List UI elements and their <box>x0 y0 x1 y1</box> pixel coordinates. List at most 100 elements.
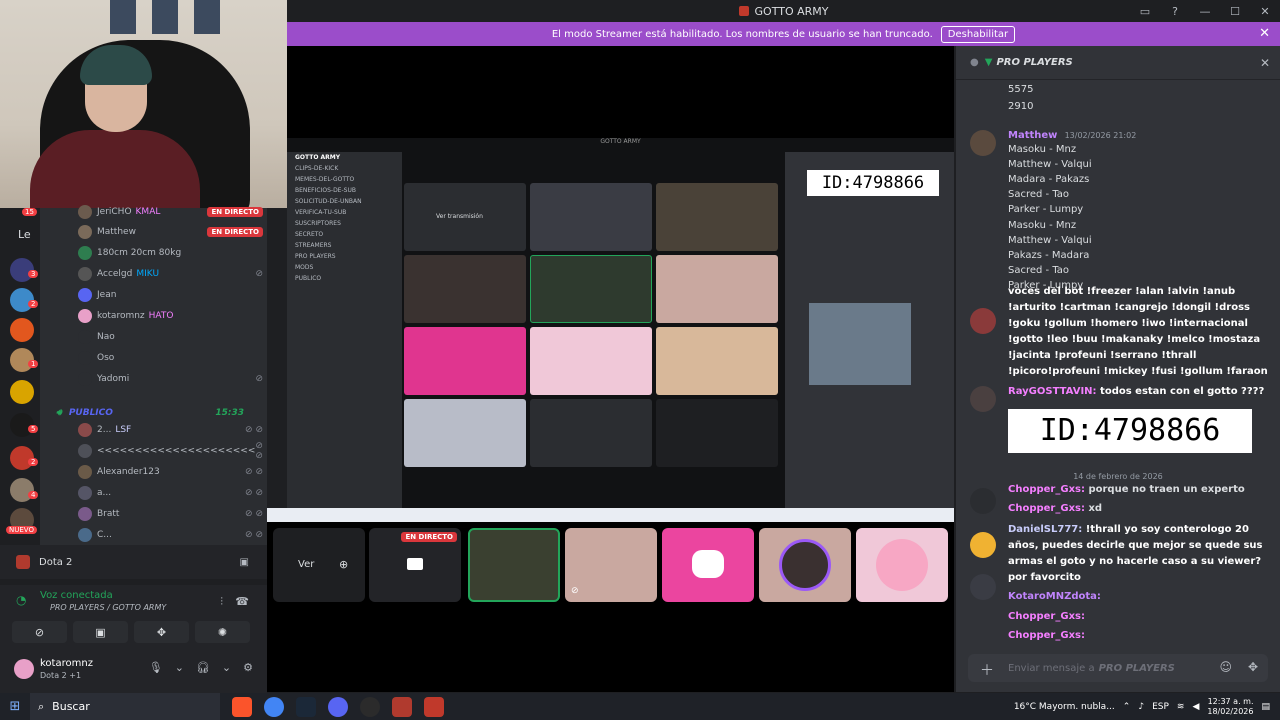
participant-tile[interactable]: ⊘ <box>565 528 657 602</box>
view-label: Ver <box>298 559 315 570</box>
voice-member[interactable]: Yadomi ⊘ <box>78 369 263 389</box>
message-author[interactable]: Matthew <box>1008 130 1057 141</box>
inbox-icon[interactable]: ▭ <box>1130 0 1160 22</box>
disconnect-icon[interactable]: ☎ <box>235 595 249 608</box>
inner-channel: GOTTO ARMY <box>295 154 341 161</box>
message-input[interactable]: ＋ Enviar mensaje a PRO PLAYERS ☺ ✥ <box>968 654 1268 682</box>
message-author[interactable]: DanielSL777: <box>1008 524 1082 535</box>
muted-icon: ⊘ ⊘ <box>245 509 263 519</box>
voice-member[interactable]: Jean <box>78 285 263 305</box>
speaker-icon[interactable]: ♪ <box>1138 702 1144 712</box>
voice-member[interactable]: <<<<<<<<<<<<<<<<<<<<< ⊘ ⊘ <box>78 441 263 461</box>
stream-stage[interactable]: GOTTO ARMY GOTTO ARMY CLIPS-DE-KICK MEME… <box>287 46 954 508</box>
zoom-icon[interactable]: ⊕ <box>339 558 348 571</box>
participant-tile[interactable] <box>856 528 948 602</box>
chevron-down-icon[interactable]: ⌄ <box>175 661 184 674</box>
plus-icon[interactable]: ＋ <box>980 660 994 680</box>
stream-tile[interactable]: EN DIRECTO <box>369 528 461 602</box>
voice-member[interactable]: a... ⊘ ⊘ <box>78 483 263 503</box>
taskbar-search[interactable]: ⌕ Buscar <box>30 693 220 720</box>
language-indicator[interactable]: ESP <box>1152 702 1169 712</box>
voice-member[interactable]: Accelgd MIKU ⊘ <box>78 264 263 284</box>
notification-icon[interactable]: ▤ <box>1261 702 1270 712</box>
inner-tile <box>656 399 778 467</box>
voice-member[interactable]: C... ⊘ ⊘ <box>78 525 263 545</box>
windows-taskbar: ⊞ ⌕ Buscar 16°C Mayorm. nubla... ⌃ ♪ ESP… <box>0 693 1280 720</box>
share-activity-icon[interactable]: ▣ <box>240 557 249 568</box>
steam-icon[interactable] <box>296 696 316 717</box>
microphone-icon[interactable]: 🎙︎ <box>149 661 163 674</box>
view-button[interactable]: Ver ⊕ <box>273 528 365 602</box>
avatar[interactable] <box>970 488 996 514</box>
message-author[interactable]: Chopper_Gxs: <box>1008 503 1085 514</box>
chevron-up-icon[interactable]: ⌃ <box>1123 702 1131 712</box>
input-placeholder: Enviar mensaje a <box>1008 662 1095 674</box>
avatar[interactable] <box>970 386 996 412</box>
maximize-button[interactable]: ☐ <box>1220 0 1250 22</box>
member-tag: HATO <box>148 311 174 321</box>
brave-icon[interactable] <box>232 696 252 717</box>
disable-streamer-button[interactable]: Deshabilitar <box>940 25 1016 43</box>
muted-icon: ⊘ ⊘ <box>245 530 263 540</box>
server-icon[interactable] <box>10 380 34 404</box>
voice-member[interactable]: Oso <box>78 348 263 368</box>
avatar[interactable] <box>970 574 996 600</box>
chrome-icon[interactable] <box>264 696 284 717</box>
discord-icon[interactable] <box>328 696 348 717</box>
avatar[interactable] <box>970 532 996 558</box>
voice-member[interactable]: JeriCHO KMAL EN DIRECTO <box>78 202 263 222</box>
message-author[interactable]: Chopper_Gxs: <box>1008 611 1085 622</box>
participant-tile[interactable] <box>468 528 560 602</box>
close-icon[interactable]: ✕ <box>1260 56 1270 70</box>
message-text: porque no traen un experto <box>1088 484 1245 495</box>
weather-widget[interactable]: 16°C Mayorm. nubla... <box>1014 702 1115 712</box>
participant-tile[interactable] <box>759 528 851 602</box>
voice-member[interactable]: kotaromnz HATO <box>78 306 263 326</box>
minimize-button[interactable]: — <box>1190 0 1220 22</box>
overlay-author: RayGOSTTAVIN: <box>1008 386 1097 397</box>
screenshare-button[interactable]: ▣ <box>73 621 128 643</box>
avatar[interactable] <box>14 659 34 679</box>
voice-channel-publico[interactable]: 🔊︎ PUBLICO 15:33 <box>56 408 256 418</box>
voice-member[interactable]: Nao <box>78 327 263 347</box>
voice-member[interactable]: 180cm 20cm 80kg <box>78 243 263 263</box>
voice-status[interactable]: Voz conectada <box>40 590 113 601</box>
streamer-mode-banner: El modo Streamer está habilitado. Los no… <box>287 22 1280 46</box>
close-button[interactable]: ✕ <box>1250 0 1280 22</box>
windows-start-icon[interactable]: ⊞ <box>0 699 30 714</box>
banner-close-icon[interactable]: ✕ <box>1259 26 1270 41</box>
server-badge: 15 <box>22 208 37 216</box>
soundboard-button[interactable]: ✺ <box>195 621 250 643</box>
message-author[interactable]: KotaroMNZdota: <box>1008 591 1101 602</box>
activity-panel[interactable]: Dota 2 ▣ <box>0 545 267 579</box>
emoji-icon[interactable]: ☺ <box>1219 660 1232 674</box>
message-author[interactable]: Chopper_Gxs: <box>1008 630 1085 641</box>
noise-icon[interactable]: ⫶ <box>220 595 223 609</box>
apps-icon[interactable]: ✥ <box>1248 660 1258 674</box>
voice-member[interactable]: Matthew EN DIRECTO <box>78 222 263 242</box>
server-abbrev[interactable]: Le <box>18 228 31 241</box>
voice-member[interactable]: Bratt ⊘ ⊘ <box>78 504 263 524</box>
participant-tile[interactable] <box>662 528 754 602</box>
server-icon[interactable] <box>10 318 34 342</box>
camera-off-button[interactable]: ⊘ <box>12 621 67 643</box>
avatar[interactable] <box>970 308 996 334</box>
username[interactable]: kotaromnz <box>40 658 93 669</box>
gear-icon[interactable]: ⚙ <box>243 661 253 674</box>
obs-icon[interactable] <box>360 696 380 717</box>
text-chat-panel: ● ▼ PRO PLAYERS ✕ 5575 2910 Matthew 13/0… <box>956 46 1280 692</box>
avatar[interactable] <box>970 130 996 156</box>
message-author[interactable]: Chopper_Gxs: <box>1008 484 1085 495</box>
volume-icon[interactable]: ◀︎ <box>1192 702 1199 712</box>
chevron-down-icon[interactable]: ⌄ <box>222 661 231 674</box>
wifi-icon[interactable]: ≋ <box>1177 702 1185 712</box>
voice-member[interactable]: 2... LSF ⊘ ⊘ <box>78 420 263 440</box>
app-icon[interactable] <box>392 696 412 717</box>
headphones-icon[interactable]: 🎧︎ <box>196 661 210 674</box>
window-titlebar: GOTTO ARMY ▭ ? — ☐ ✕ <box>287 0 1280 22</box>
help-icon[interactable]: ? <box>1160 0 1190 22</box>
voice-member[interactable]: Alexander123 ⊘ ⊘ <box>78 462 263 482</box>
dota-icon[interactable] <box>424 696 444 717</box>
taskbar-clock[interactable]: 12:37 a. m. 18/02/2026 <box>1207 697 1253 717</box>
activities-button[interactable]: ✥ <box>134 621 189 643</box>
